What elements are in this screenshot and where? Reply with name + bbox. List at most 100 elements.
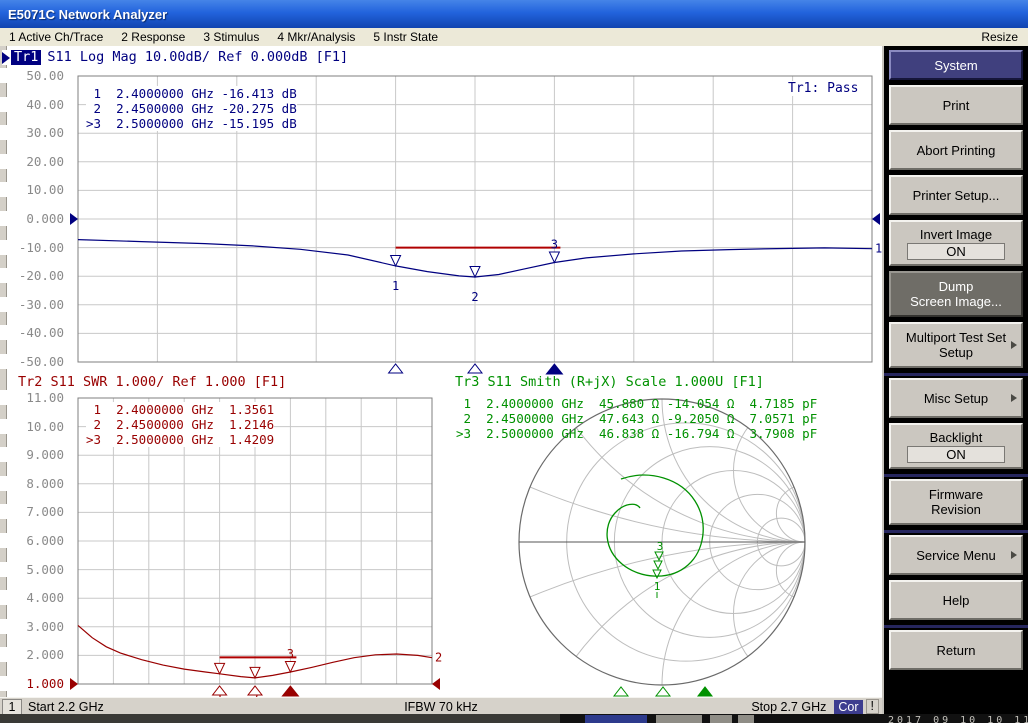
- y-axis-label: 30.00: [0, 125, 64, 140]
- menu-item-2[interactable]: 2 Response: [112, 30, 194, 44]
- y-axis-label: 9.000: [0, 447, 64, 462]
- softkey-label: Revision: [931, 502, 981, 517]
- marker-symbol: [285, 661, 295, 672]
- marker-stimulus-triangle: [546, 364, 562, 374]
- ifbw-readout: IFBW 70 kHz: [0, 700, 882, 714]
- taskbar-datetime: 2017 09 10 10 11: [888, 715, 1028, 723]
- softkey-group-separator: [884, 625, 1028, 628]
- taskbar-segment: [710, 715, 732, 723]
- softkey-label: Help: [943, 593, 970, 608]
- trace2-header[interactable]: Tr2 S11 SWR 1.000/ Ref 1.000 [F1]: [18, 375, 286, 390]
- taskbar-segment: [656, 715, 702, 723]
- window-title: E5071C Network Analyzer: [0, 7, 167, 22]
- softkey-group-separator: [884, 474, 1028, 477]
- trace3-marker-table: 1 2.4000000 GHz 45.880 Ω -14.054 Ω 4.718…: [456, 396, 817, 441]
- softkey-label: Backlight: [930, 430, 983, 445]
- taskbar-segment: [585, 715, 647, 723]
- marker-stimulus-triangle: [698, 687, 712, 696]
- softkey-label: Invert Image: [920, 227, 992, 242]
- trace1-header[interactable]: Tr1 S11 Log Mag 10.00dB/ Ref 0.000dB [F1…: [2, 50, 348, 65]
- taskbar-segment: [0, 714, 560, 723]
- marker-stimulus-triangle: [282, 686, 298, 696]
- marker-stimulus-triangle: [248, 686, 262, 695]
- y-axis-label: 3.000: [0, 619, 64, 634]
- y-axis-label: 2.000: [0, 647, 64, 662]
- y-axis-label: -20.00: [0, 268, 64, 283]
- y-axis-label: 6.000: [0, 533, 64, 548]
- softkey-label: System: [934, 58, 977, 73]
- menu-item-3[interactable]: 3 Stimulus: [194, 30, 268, 44]
- active-trace-arrow-icon: [2, 52, 10, 64]
- softkey-return[interactable]: Return: [889, 630, 1023, 670]
- taskbar-strip: 2017 09 10 10 11: [0, 714, 1028, 723]
- y-axis-label: 1.000: [0, 676, 64, 691]
- menu-item-1[interactable]: 1 Active Ch/Trace: [0, 30, 112, 44]
- softkey-label: Firmware: [929, 487, 983, 502]
- marker-symbol: [654, 561, 662, 569]
- softkey-label: Misc Setup: [924, 391, 988, 406]
- softkey-backlight[interactable]: BacklightON: [889, 423, 1023, 469]
- marker-stimulus-triangle: [614, 687, 628, 696]
- softkey-invert-image[interactable]: Invert ImageON: [889, 220, 1023, 266]
- trace-end-number: 1: [875, 242, 882, 256]
- marker-symbol: [470, 266, 480, 277]
- menu-bar: 1 Active Ch/Trace2 Response3 Stimulus4 M…: [0, 28, 1028, 47]
- softkey-service-menu[interactable]: Service Menu: [889, 535, 1023, 575]
- y-axis-label: 0.000: [0, 211, 64, 226]
- softkey-label: Printer Setup...: [913, 188, 1000, 203]
- softkey-firmware-revision[interactable]: FirmwareRevision: [889, 479, 1023, 525]
- ref-level-arrow-left: [70, 678, 78, 690]
- softkey-help[interactable]: Help: [889, 580, 1023, 620]
- y-axis-label: 5.000: [0, 562, 64, 577]
- y-axis-label: 7.000: [0, 504, 64, 519]
- marker-stimulus-triangle: [213, 686, 227, 695]
- y-axis-label: -30.00: [0, 297, 64, 312]
- marker-symbol: [549, 252, 559, 263]
- softkey-misc-setup[interactable]: Misc Setup: [889, 378, 1023, 418]
- y-axis-label: 20.00: [0, 154, 64, 169]
- trace-end-number: 2: [435, 651, 442, 665]
- ref-level-arrow-left: [70, 213, 78, 225]
- softkey-label: Multiport Test Set: [906, 330, 1006, 345]
- menu-item-4[interactable]: 4 Mkr/Analysis: [268, 30, 364, 44]
- trace1-format: S11 Log Mag 10.00dB/ Ref 0.000dB [F1]: [47, 50, 348, 65]
- y-axis-label: 50.00: [0, 68, 64, 83]
- softkey-label: Service Menu: [916, 548, 995, 563]
- marker-stimulus-triangle: [656, 687, 670, 696]
- y-axis-label: -10.00: [0, 240, 64, 255]
- marker-stimulus-triangle: [389, 364, 403, 373]
- softkey-label: Screen Image...: [910, 294, 1002, 309]
- softkey-dump-screen-image[interactable]: DumpScreen Image...: [889, 271, 1023, 317]
- trace3-header[interactable]: Tr3 S11 Smith (R+jX) Scale 1.000U [F1]: [455, 375, 764, 390]
- menu-item-5[interactable]: 5 Instr State: [364, 30, 447, 44]
- marker-number: 3: [657, 540, 664, 553]
- y-axis-label: 40.00: [0, 97, 64, 112]
- marker-number: 2: [471, 290, 478, 304]
- softkey-group-separator: [884, 530, 1028, 533]
- softkey-printer-setup[interactable]: Printer Setup...: [889, 175, 1023, 215]
- softkey-label: Setup: [939, 345, 973, 360]
- y-axis-label: 8.000: [0, 476, 64, 491]
- status-bar: 1 Start 2.2 GHz IFBW 70 kHz Stop 2.7 GHz…: [0, 697, 882, 715]
- menu-item-resize[interactable]: Resize: [972, 30, 1028, 44]
- softkey-label: Dump: [939, 279, 974, 294]
- trace3-smith-chart: 31: [90, 46, 882, 697]
- traces-plot-canvas: 1231123231: [0, 46, 882, 697]
- trace2-marker-table: 1 2.4000000 GHz 1.3561 2 2.4500000 GHz 1…: [86, 402, 274, 447]
- analyzer-app: E5071C Network Analyzer 1 Active Ch/Trac…: [0, 0, 1028, 723]
- marker-number: 3: [287, 647, 294, 661]
- softkey-group-separator: [884, 373, 1028, 376]
- softkey-label: Print: [943, 98, 970, 113]
- y-axis-label: -40.00: [0, 325, 64, 340]
- ref-level-arrow-right: [432, 678, 440, 690]
- taskbar-segment: [738, 715, 754, 723]
- ref-level-arrow-right: [872, 213, 880, 225]
- trace1-marker-table: 1 2.4000000 GHz -16.413 dB 2 2.4500000 G…: [86, 86, 297, 131]
- softkey-multiport-test-set-setup[interactable]: Multiport Test SetSetup: [889, 322, 1023, 368]
- marker-symbol: [215, 663, 225, 674]
- marker-number: 1: [654, 580, 661, 593]
- y-axis-label: 10.00: [0, 182, 64, 197]
- softkey-abort-printing[interactable]: Abort Printing: [889, 130, 1023, 170]
- softkey-print[interactable]: Print: [889, 85, 1023, 125]
- softkey-system[interactable]: System: [889, 50, 1023, 80]
